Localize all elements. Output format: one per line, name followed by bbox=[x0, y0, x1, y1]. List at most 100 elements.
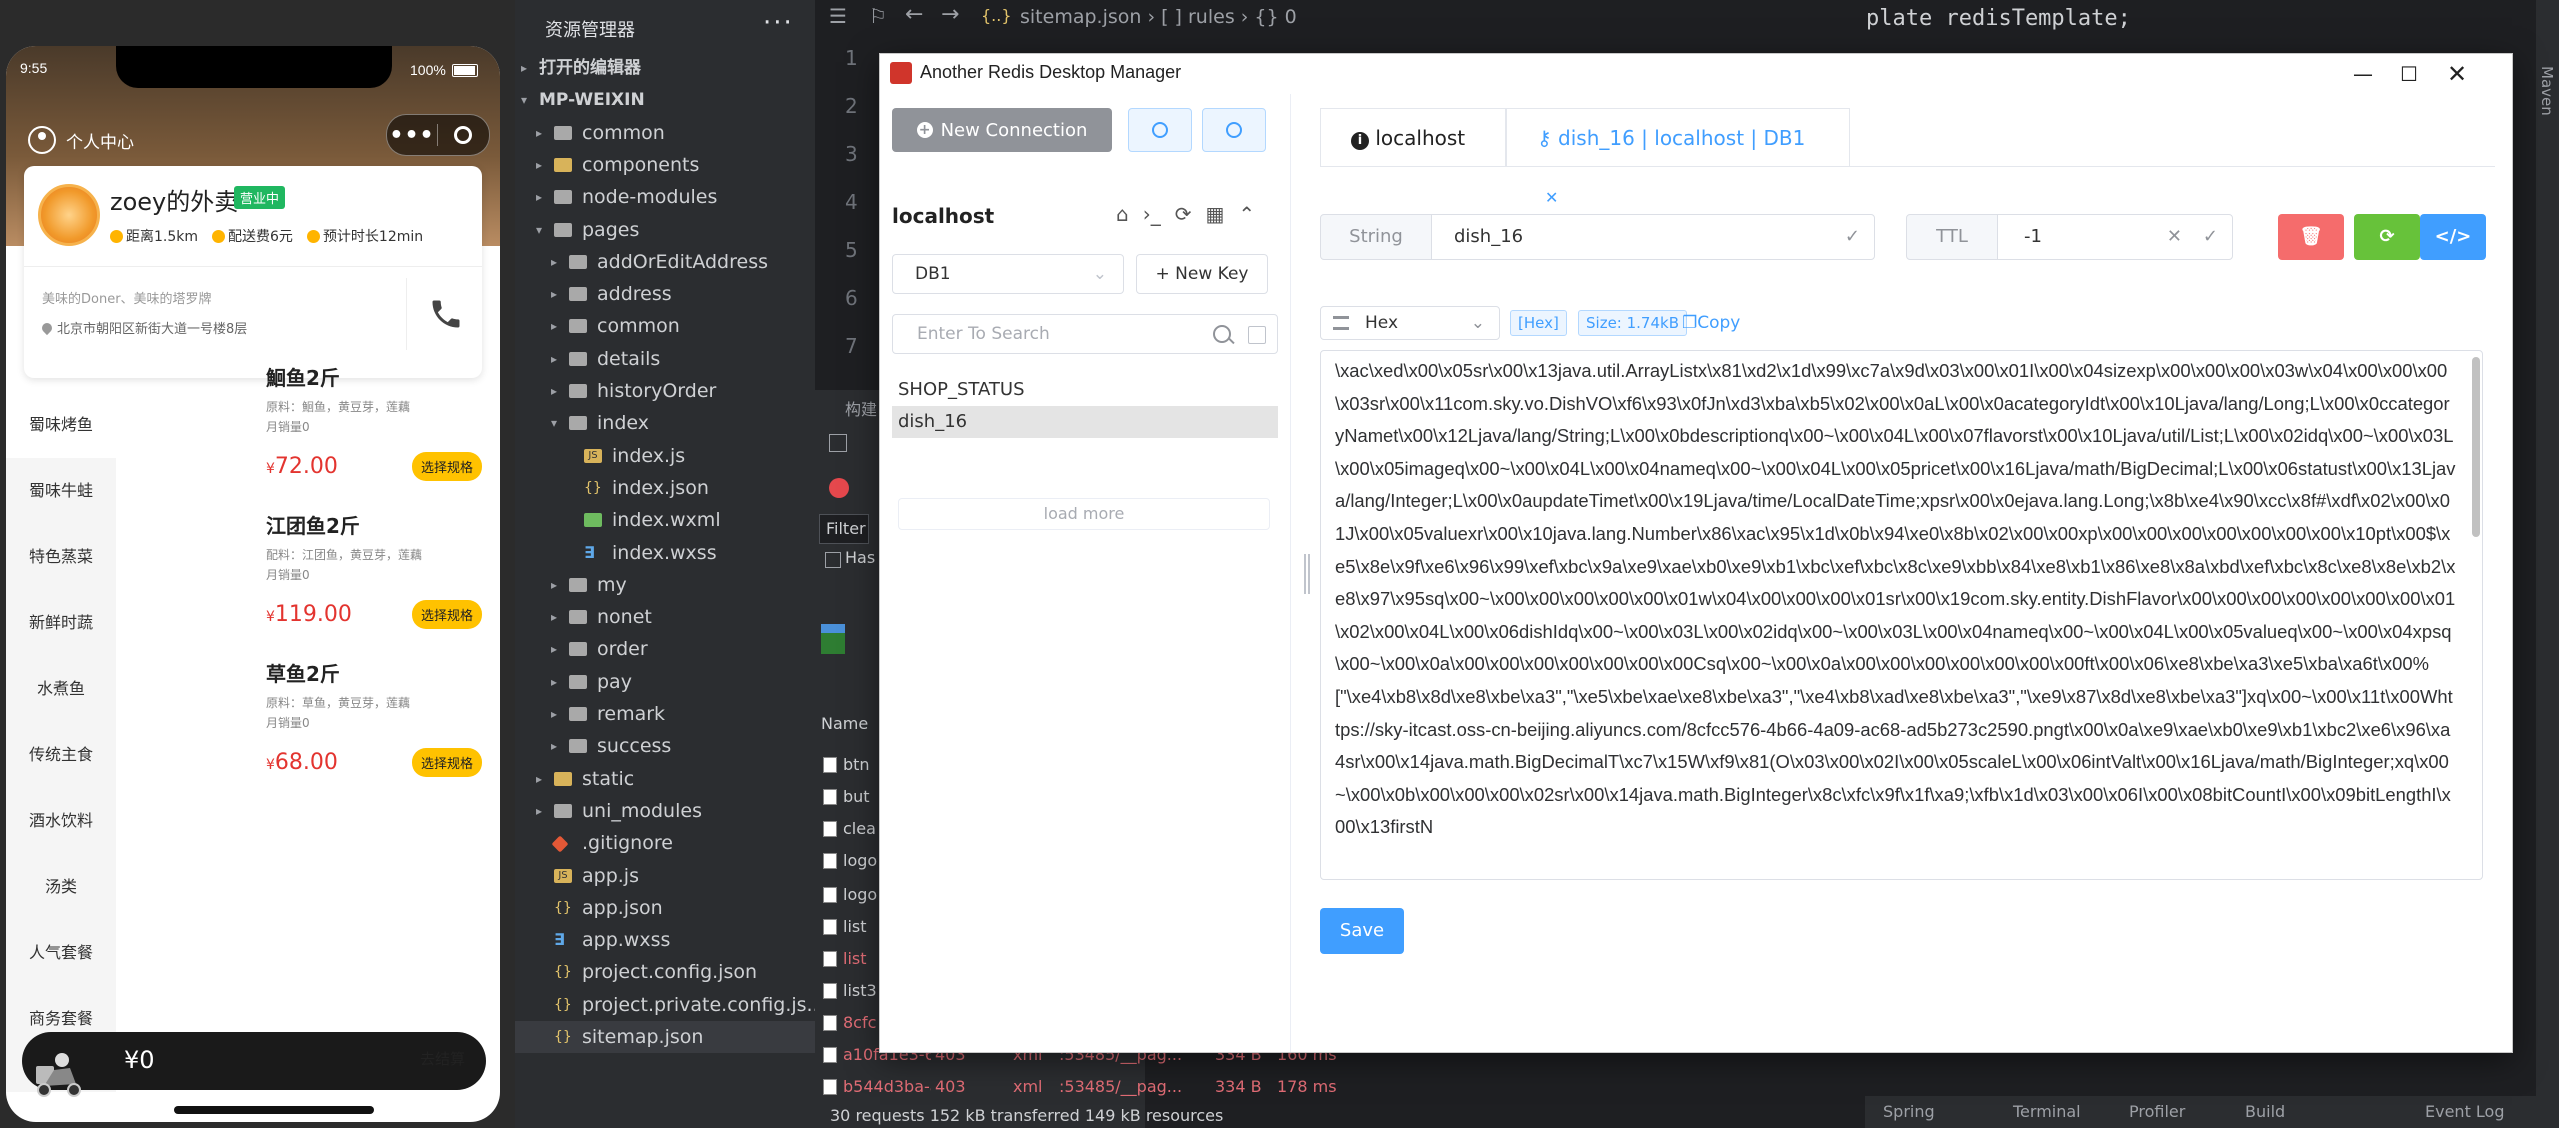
select-spec-button[interactable]: 选择规格 bbox=[412, 748, 483, 777]
chevron-down-icon[interactable]: ▾ bbox=[521, 84, 527, 116]
key-list-item[interactable]: dish_16 bbox=[892, 406, 1278, 438]
grid-icon[interactable]: ▦ bbox=[1205, 202, 1224, 226]
tab-dish-16[interactable]: ⚷ dish_16 | localhost | DB1 ✕ bbox=[1506, 108, 1850, 207]
exact-match-checkbox[interactable] bbox=[1248, 326, 1266, 344]
category-item[interactable]: 特色蒸菜 bbox=[6, 524, 116, 590]
tree-item[interactable]: {} index.json bbox=[515, 472, 815, 504]
tree-item[interactable]: ▸ pay bbox=[515, 666, 815, 698]
select-spec-button[interactable]: 选择规格 bbox=[412, 600, 483, 629]
close-button[interactable]: ✕ bbox=[2434, 58, 2480, 90]
chevron-up-icon[interactable]: ⌃ bbox=[1238, 202, 1255, 226]
tree-item[interactable]: JS index.js bbox=[515, 440, 815, 472]
explorer-more-button[interactable]: ··· bbox=[763, 8, 794, 38]
has-checkbox[interactable] bbox=[825, 552, 841, 568]
chevron-down-icon[interactable]: ▾ bbox=[536, 214, 542, 246]
tree-item[interactable]: ▸ details bbox=[515, 343, 815, 375]
settings-button[interactable] bbox=[1128, 108, 1192, 152]
tool-tab-build[interactable]: Build bbox=[2245, 1102, 2285, 1121]
category-item[interactable]: 蜀味烤鱼 bbox=[6, 392, 116, 458]
network-request-row[interactable]: b544d3ba-a1ae-4d20-a860-...403 xml:53485/… bbox=[815, 1072, 1337, 1102]
category-item[interactable]: 新鲜时蔬 bbox=[6, 590, 116, 656]
chevron-right-icon[interactable]: ▸ bbox=[536, 117, 542, 149]
tree-item[interactable]: ∃ app.wxss bbox=[515, 924, 815, 956]
tree-item[interactable]: {} project.private.config.js... bbox=[515, 989, 825, 1021]
chevron-right-icon[interactable]: ▸ bbox=[521, 52, 527, 84]
tree-item[interactable]: ▸ order bbox=[515, 633, 815, 665]
tree-item[interactable]: ∃ index.wxss bbox=[515, 537, 815, 569]
new-key-button[interactable]: + New Key bbox=[1136, 254, 1268, 294]
more-options-button[interactable]: ••• bbox=[387, 123, 437, 148]
tree-item[interactable]: ▸ common bbox=[515, 310, 815, 342]
chevron-right-icon[interactable]: ▸ bbox=[536, 763, 542, 795]
breadcrumb-path[interactable]: sitemap.json › [ ] rules › {} 0 bbox=[1020, 6, 1297, 28]
tool-tab-profiler[interactable]: Profiler bbox=[2129, 1102, 2185, 1121]
tree-item[interactable]: ▸ common bbox=[515, 117, 815, 149]
console-icon[interactable]: ›_ bbox=[1143, 202, 1161, 226]
chevron-right-icon[interactable]: ▸ bbox=[536, 795, 542, 827]
chevron-right-icon[interactable]: ▸ bbox=[551, 310, 557, 342]
chevron-right-icon[interactable]: ▸ bbox=[551, 730, 557, 762]
check-icon[interactable]: ✓ bbox=[2203, 215, 2218, 259]
menu-icon[interactable]: ☰ bbox=[829, 4, 847, 28]
value-scrollbar[interactable] bbox=[2472, 357, 2480, 537]
category-item[interactable]: 汤类 bbox=[6, 854, 116, 920]
chevron-right-icon[interactable]: ▸ bbox=[536, 149, 542, 181]
ttl-input[interactable]: -1 ✕ ✓ bbox=[1997, 214, 2233, 260]
tool-tab-event-log[interactable]: Event Log bbox=[2425, 1102, 2505, 1121]
tree-item[interactable]: {} sitemap.json bbox=[515, 1021, 815, 1053]
name-column-header[interactable]: Name bbox=[821, 714, 868, 733]
resize-handle[interactable] bbox=[1304, 554, 1310, 594]
tree-item[interactable]: ▸ remark bbox=[515, 698, 815, 730]
format-select[interactable]: Hex ⌄ bbox=[1320, 306, 1500, 340]
chevron-right-icon[interactable]: ▸ bbox=[551, 278, 557, 310]
tree-item[interactable]: ▸ components bbox=[515, 149, 815, 181]
tree-item[interactable]: ▸ static bbox=[515, 763, 815, 795]
phone-call-icon[interactable] bbox=[428, 296, 464, 332]
tree-item[interactable]: ▾ pages bbox=[515, 214, 815, 246]
key-name-input[interactable]: dish_16 ✓ bbox=[1431, 214, 1875, 260]
dump-command-button[interactable]: </> bbox=[2420, 214, 2486, 260]
checkout-button[interactable]: 去结算 bbox=[420, 1048, 465, 1069]
copy-button[interactable]: ❐Copy bbox=[1682, 310, 1740, 336]
home-icon[interactable]: ⌂ bbox=[1116, 202, 1129, 226]
tree-item[interactable]: ▸ historyOrder bbox=[515, 375, 815, 407]
close-tab-icon[interactable]: ✕ bbox=[1545, 188, 1558, 207]
tree-item[interactable]: ▸ node-modules bbox=[515, 181, 815, 213]
tree-item[interactable]: ▸ addOrEditAddress bbox=[515, 246, 815, 278]
user-center-link[interactable]: 个人中心 bbox=[28, 120, 134, 160]
forward-icon[interactable]: → bbox=[941, 2, 959, 27]
chevron-right-icon[interactable]: ▸ bbox=[551, 569, 557, 601]
chevron-right-icon[interactable]: ▸ bbox=[551, 633, 557, 665]
chevron-right-icon[interactable]: ▸ bbox=[551, 375, 557, 407]
minimize-button[interactable]: — bbox=[2340, 58, 2386, 90]
close-mini-program-button[interactable] bbox=[438, 126, 488, 144]
maximize-button[interactable]: ☐ bbox=[2386, 58, 2432, 90]
tab-localhost[interactable]: i localhost bbox=[1320, 108, 1506, 166]
category-item[interactable]: 人气套餐 bbox=[6, 920, 116, 986]
cart-bar[interactable] bbox=[22, 1032, 486, 1090]
tree-item[interactable]: ▸ uni_modules bbox=[515, 795, 815, 827]
value-editor[interactable]: \xac\xed\x00\x05sr\x00\x13java.util.Arra… bbox=[1320, 350, 2483, 880]
tree-item[interactable]: ▾ MP-WEIXIN bbox=[515, 84, 815, 116]
delivery-rider-icon[interactable] bbox=[30, 1050, 84, 1098]
tool-tab-terminal[interactable]: Terminal bbox=[2013, 1102, 2081, 1121]
filter-input[interactable]: Filter bbox=[819, 514, 869, 544]
chevron-right-icon[interactable]: ▸ bbox=[551, 601, 557, 633]
window-titlebar[interactable]: Another Redis Desktop Manager — ☐ ✕ bbox=[880, 54, 2512, 94]
bookmark-icon[interactable]: ⚐ bbox=[869, 4, 887, 28]
key-search-input[interactable] bbox=[915, 323, 1179, 345]
record-button[interactable] bbox=[829, 478, 849, 498]
category-item[interactable]: 蜀味牛蛙 bbox=[6, 458, 116, 524]
delete-key-button[interactable]: 🗑 bbox=[2278, 214, 2344, 260]
search-icon[interactable] bbox=[1213, 325, 1231, 343]
inspect-icon[interactable] bbox=[829, 434, 847, 452]
load-more-button[interactable]: load more bbox=[898, 498, 1270, 530]
history-button[interactable] bbox=[1202, 108, 1266, 152]
chevron-right-icon[interactable]: ▸ bbox=[551, 666, 557, 698]
chevron-right-icon[interactable]: ▸ bbox=[551, 698, 557, 730]
value-text[interactable]: \xac\xed\x00\x05sr\x00\x13java.util.Arra… bbox=[1335, 355, 2457, 844]
chevron-down-icon[interactable]: ▾ bbox=[551, 407, 557, 439]
refresh-key-button[interactable]: ⟳ bbox=[2354, 214, 2420, 260]
maven-tool-tab[interactable]: Maven bbox=[2538, 66, 2556, 116]
tree-item[interactable]: ▸ nonet bbox=[515, 601, 815, 633]
